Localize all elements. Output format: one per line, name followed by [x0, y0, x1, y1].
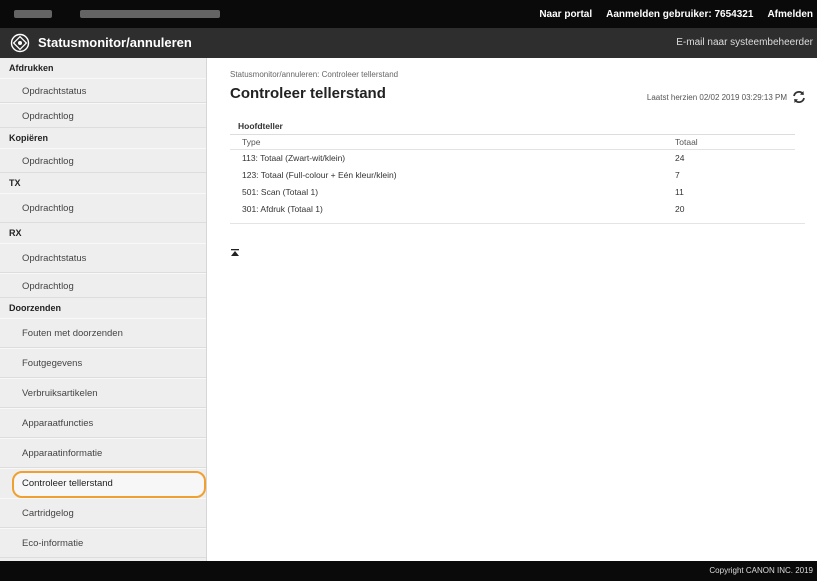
- main-counter-panel: Hoofdteller Type Totaal 113: Totaal (Zwa…: [230, 118, 805, 224]
- table-row: 113: Totaal (Zwart-wit/klein) 24: [230, 150, 795, 167]
- table-row: 301: Afdruk (Totaal 1) 20: [230, 201, 795, 218]
- table-row: 123: Totaal (Full-colour + Eén kleur/kle…: [230, 167, 795, 184]
- counter-table: Type Totaal 113: Totaal (Zwart-wit/klein…: [230, 135, 795, 218]
- title-bar: Statusmonitor/annuleren E-mail naar syst…: [0, 28, 817, 58]
- sidebar-item-print-job-log[interactable]: Opdrachtlog: [0, 103, 206, 128]
- footer: Copyright CANON INC. 2019: [0, 561, 817, 581]
- sidebar-item-eco-info[interactable]: Eco-informatie: [0, 528, 206, 558]
- sidebar-section-rx: RX: [9, 228, 22, 238]
- mail-admin-link[interactable]: E-mail naar systeembeheerder: [676, 28, 813, 58]
- table-row: 501: Scan (Totaal 1) 11: [230, 184, 795, 201]
- portal-link[interactable]: Naar portal: [539, 9, 592, 20]
- redacted-text: [14, 10, 52, 18]
- counter-type: 113: Totaal (Zwart-wit/klein): [242, 153, 346, 164]
- column-header-total: Totaal: [675, 135, 795, 150]
- top-bar: Naar portal Aanmelden gebruiker: 7654321…: [0, 0, 817, 28]
- top-links: Naar portal Aanmelden gebruiker: 7654321…: [539, 0, 813, 28]
- app-title: Statusmonitor/annuleren: [38, 35, 192, 50]
- sidebar-section-print: Afdrukken: [9, 63, 54, 73]
- back-to-top-icon[interactable]: [230, 248, 240, 258]
- main-content: Statusmonitor/annuleren: Controleer tell…: [208, 58, 817, 561]
- user-id: 7654321: [714, 8, 754, 20]
- column-header-type: Type: [230, 135, 675, 150]
- counter-type: 123: Totaal (Full-colour + Eén kleur/kle…: [242, 170, 397, 180]
- counter-total: 7: [675, 170, 680, 180]
- sidebar-item-check-counter[interactable]: Controleer tellerstand: [0, 468, 206, 498]
- logout-link[interactable]: Afmelden: [767, 9, 813, 20]
- sidebar-item-tx-job-log[interactable]: Opdrachtlog: [0, 193, 206, 223]
- sidebar-section-copy: Kopiëren: [9, 133, 49, 143]
- sidebar-item-error-info[interactable]: Foutgegevens: [0, 348, 206, 378]
- sidebar-item-rx-job-log[interactable]: Opdrachtlog: [0, 273, 206, 298]
- sidebar-item-forwarding-errors[interactable]: Fouten met doorzenden: [0, 318, 206, 348]
- sidebar-section-tx: TX: [9, 178, 21, 188]
- counter-type: 301: Afdruk (Totaal 1): [242, 204, 323, 214]
- last-updated: Laatst herzien 02/02 2019 03:29:13 PM: [646, 93, 787, 102]
- sidebar-section-forwarding: Doorzenden: [9, 303, 62, 313]
- counter-type: 501: Scan (Totaal 1): [242, 187, 319, 197]
- divider: [230, 218, 805, 224]
- sidebar-item-print-job-status[interactable]: Opdrachtstatus: [0, 78, 206, 103]
- page-title: Controleer tellerstand: [230, 85, 386, 102]
- counter-heading: Hoofdteller: [230, 118, 795, 135]
- sidebar: Afdrukken Opdrachtstatus Opdrachtlog Kop…: [0, 58, 207, 561]
- sidebar-item-cartridge-log[interactable]: Cartridgelog: [0, 498, 206, 528]
- sidebar-item-consumables[interactable]: Verbruiksartikelen: [0, 378, 206, 408]
- sidebar-item-rx-job-status[interactable]: Opdrachtstatus: [0, 243, 206, 273]
- counter-total: 11: [675, 187, 684, 197]
- sidebar-item-label: Controleer tellerstand: [22, 478, 113, 489]
- logged-in-label: Aanmelden gebruiker:: [606, 8, 712, 20]
- counter-total: 20: [675, 204, 685, 214]
- sidebar-item-copy-job-log[interactable]: Opdrachtlog: [0, 148, 206, 173]
- sidebar-item-device-info[interactable]: Apparaatinformatie: [0, 438, 206, 468]
- breadcrumb: Statusmonitor/annuleren: Controleer tell…: [230, 70, 399, 79]
- logged-in-user: Aanmelden gebruiker: 7654321: [606, 9, 753, 20]
- counter-total: 24: [675, 153, 685, 164]
- status-monitor-icon: [10, 33, 30, 53]
- redacted-text: [80, 10, 220, 18]
- sidebar-item-device-features[interactable]: Apparaatfuncties: [0, 408, 206, 438]
- table-header-row: Type Totaal: [230, 135, 795, 150]
- copyright: Copyright CANON INC. 2019: [709, 566, 813, 575]
- refresh-icon[interactable]: [791, 89, 807, 105]
